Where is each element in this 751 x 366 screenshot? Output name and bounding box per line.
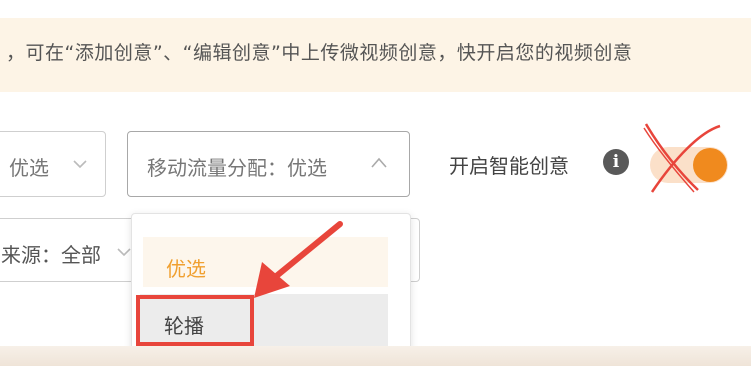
source-select-value: 来源：全部 <box>1 243 101 267</box>
info-icon[interactable]: i <box>603 149 629 175</box>
highlight-annotation-box <box>136 295 254 346</box>
cross-annotation-icon <box>643 123 721 193</box>
chevron-up-icon <box>371 157 387 169</box>
notice-text: ，可在“添加创意”、“编辑创意”中上传微视频创意，快开启您的视频创意 <box>6 42 633 64</box>
arrow-annotation-icon <box>254 221 343 298</box>
mobile-flow-select[interactable]: 移动流量分配：优选 <box>127 131 410 197</box>
chevron-down-icon <box>117 247 131 259</box>
bottom-edge <box>0 346 751 366</box>
dropdown-option-youxuan-label: 优选 <box>166 257 206 281</box>
chevron-down-icon <box>73 159 87 171</box>
mobile-flow-select-value: 移动流量分配：优选 <box>147 156 327 180</box>
smart-creative-label: 开启智能创意 <box>449 154 569 178</box>
left-select[interactable]: 优选 <box>0 131 106 197</box>
left-select-value: 优选 <box>9 156 49 180</box>
